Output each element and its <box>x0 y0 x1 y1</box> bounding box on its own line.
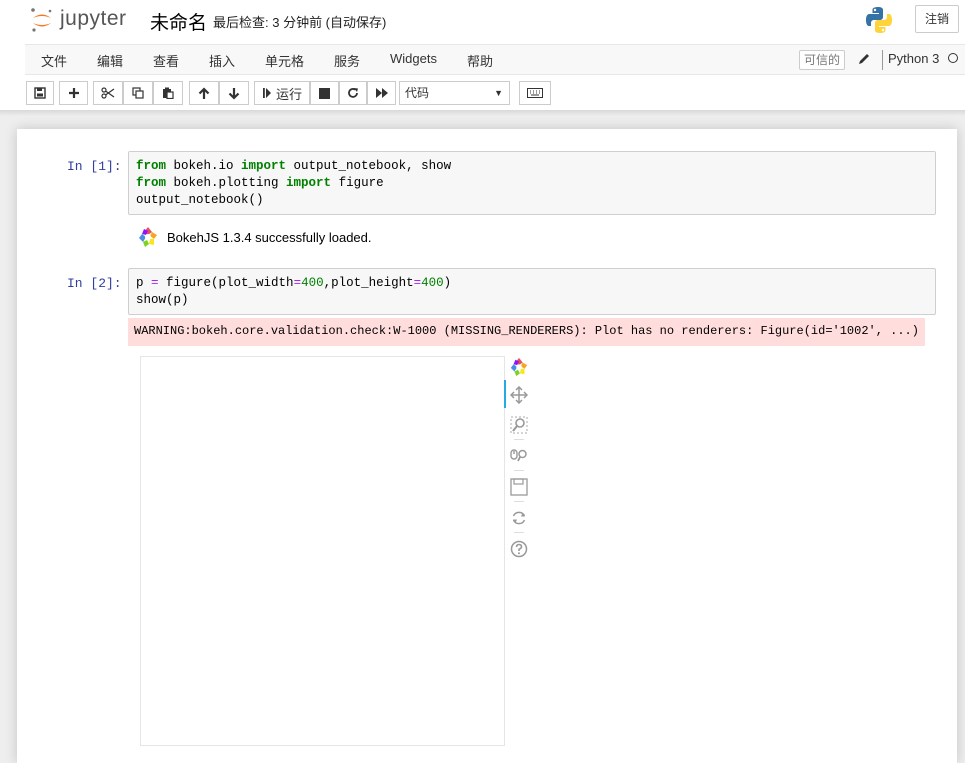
paste-icon <box>163 87 174 99</box>
cell-type-value: 代码 <box>405 86 430 100</box>
menu-insert[interactable]: 插入 <box>209 51 235 70</box>
menu-help[interactable]: 帮助 <box>467 51 493 70</box>
logout-button[interactable]: 注销 <box>915 5 959 33</box>
python-logo-icon <box>866 7 892 33</box>
pan-icon[interactable] <box>510 386 528 404</box>
command-palette-button[interactable] <box>519 81 551 105</box>
interrupt-button[interactable] <box>310 81 339 105</box>
wheel-zoom-icon[interactable] <box>510 447 528 465</box>
notebook-name[interactable]: 未命名 <box>150 8 207 35</box>
bokeh-loaded-output: BokehJS 1.3.4 successfully loaded. <box>137 226 372 248</box>
toolbar: 运行 代码 ▼ <box>0 75 965 110</box>
jupyter-wordmark[interactable]: jupyter <box>60 7 127 31</box>
help-icon[interactable] <box>510 540 528 558</box>
bokeh-plot-canvas[interactable] <box>140 356 505 746</box>
keyboard-icon <box>527 88 543 98</box>
arrow-up-icon <box>198 86 210 99</box>
fast-forward-icon <box>375 88 388 98</box>
active-tool-indicator <box>504 380 506 408</box>
move-down-button[interactable] <box>219 81 249 105</box>
save-icon[interactable] <box>510 478 528 496</box>
menu-widgets[interactable]: Widgets <box>390 51 437 66</box>
header: jupyter 未命名 最后检查: 3 分钟前 (自动保存) 注销 文件 编辑 … <box>0 0 965 110</box>
menu-file[interactable]: 文件 <box>41 51 67 70</box>
copy-button[interactable] <box>123 81 153 105</box>
bokeh-plot-toolbar <box>504 353 534 563</box>
insert-cell-button[interactable] <box>59 81 88 105</box>
save-icon <box>34 87 46 99</box>
kernel-idle-icon <box>948 53 958 63</box>
restart-icon <box>348 88 358 98</box>
code-line: p = figure(plot_width=400,plot_height=40… <box>136 276 452 290</box>
scissors-icon <box>101 87 115 99</box>
code-line: from bokeh.io import output_notebook, sh… <box>136 159 452 173</box>
paste-button[interactable] <box>153 81 183 105</box>
cell-1-input[interactable]: from bokeh.io import output_notebook, sh… <box>128 151 936 215</box>
run-button[interactable]: 运行 <box>254 81 310 105</box>
reset-icon[interactable] <box>510 509 528 527</box>
trusted-indicator[interactable]: 可信的 <box>799 50 845 70</box>
stop-icon <box>319 87 330 99</box>
tool-separator <box>514 439 524 440</box>
step-forward-icon <box>262 88 271 98</box>
save-button[interactable] <box>26 81 54 105</box>
kernel-separator <box>882 50 883 70</box>
bokeh-loaded-text: BokehJS 1.3.4 successfully loaded. <box>167 229 372 245</box>
menu-cell[interactable]: 单元格 <box>265 51 304 70</box>
menu-view[interactable]: 查看 <box>153 51 179 70</box>
move-up-button[interactable] <box>189 81 219 105</box>
menu-edit[interactable]: 编辑 <box>97 51 123 70</box>
logo-row: jupyter 未命名 最后检查: 3 分钟前 (自动保存) 注销 <box>0 0 965 44</box>
cell-2-input[interactable]: p = figure(plot_width=400,plot_height=40… <box>128 268 936 315</box>
bokeh-logo-icon[interactable] <box>509 357 529 377</box>
warning-output: WARNING:bokeh.core.validation.check:W-10… <box>128 318 925 346</box>
header-shadow <box>0 110 965 116</box>
copy-icon <box>132 87 144 99</box>
jupyter-logo-icon[interactable] <box>30 7 54 33</box>
arrow-down-icon <box>228 87 240 100</box>
menubar: 文件 编辑 查看 插入 单元格 服务 Widgets 帮助 可信的 Python… <box>25 44 965 75</box>
tool-separator <box>514 501 524 502</box>
cut-button[interactable] <box>93 81 123 105</box>
tool-separator <box>514 470 524 471</box>
run-label: 运行 <box>275 86 302 102</box>
cell-type-select[interactable]: 代码 ▼ <box>399 81 510 105</box>
tool-separator <box>514 532 524 533</box>
menu-kernel[interactable]: 服务 <box>334 51 360 70</box>
restart-button[interactable] <box>339 81 367 105</box>
pencil-icon[interactable] <box>857 52 871 66</box>
code-line: output_notebook() <box>136 193 264 207</box>
kernel-name[interactable]: Python 3 <box>888 51 939 66</box>
code-line: from bokeh.plotting import figure <box>136 176 384 190</box>
notebook-container: In [1]: from bokeh.io import output_note… <box>17 129 957 763</box>
cell-1-prompt: In [1]: <box>67 159 122 174</box>
restart-run-all-button[interactable] <box>367 81 396 105</box>
cell-2-prompt: In [2]: <box>67 276 122 291</box>
bokeh-logo-icon[interactable] <box>137 226 159 248</box>
code-line: show(p) <box>136 293 189 307</box>
plus-icon <box>68 88 79 98</box>
checkpoint-status: 最后检查: 3 分钟前 (自动保存) <box>213 15 387 30</box>
box-zoom-icon[interactable] <box>510 416 528 434</box>
dropdown-caret-icon: ▼ <box>494 88 503 98</box>
